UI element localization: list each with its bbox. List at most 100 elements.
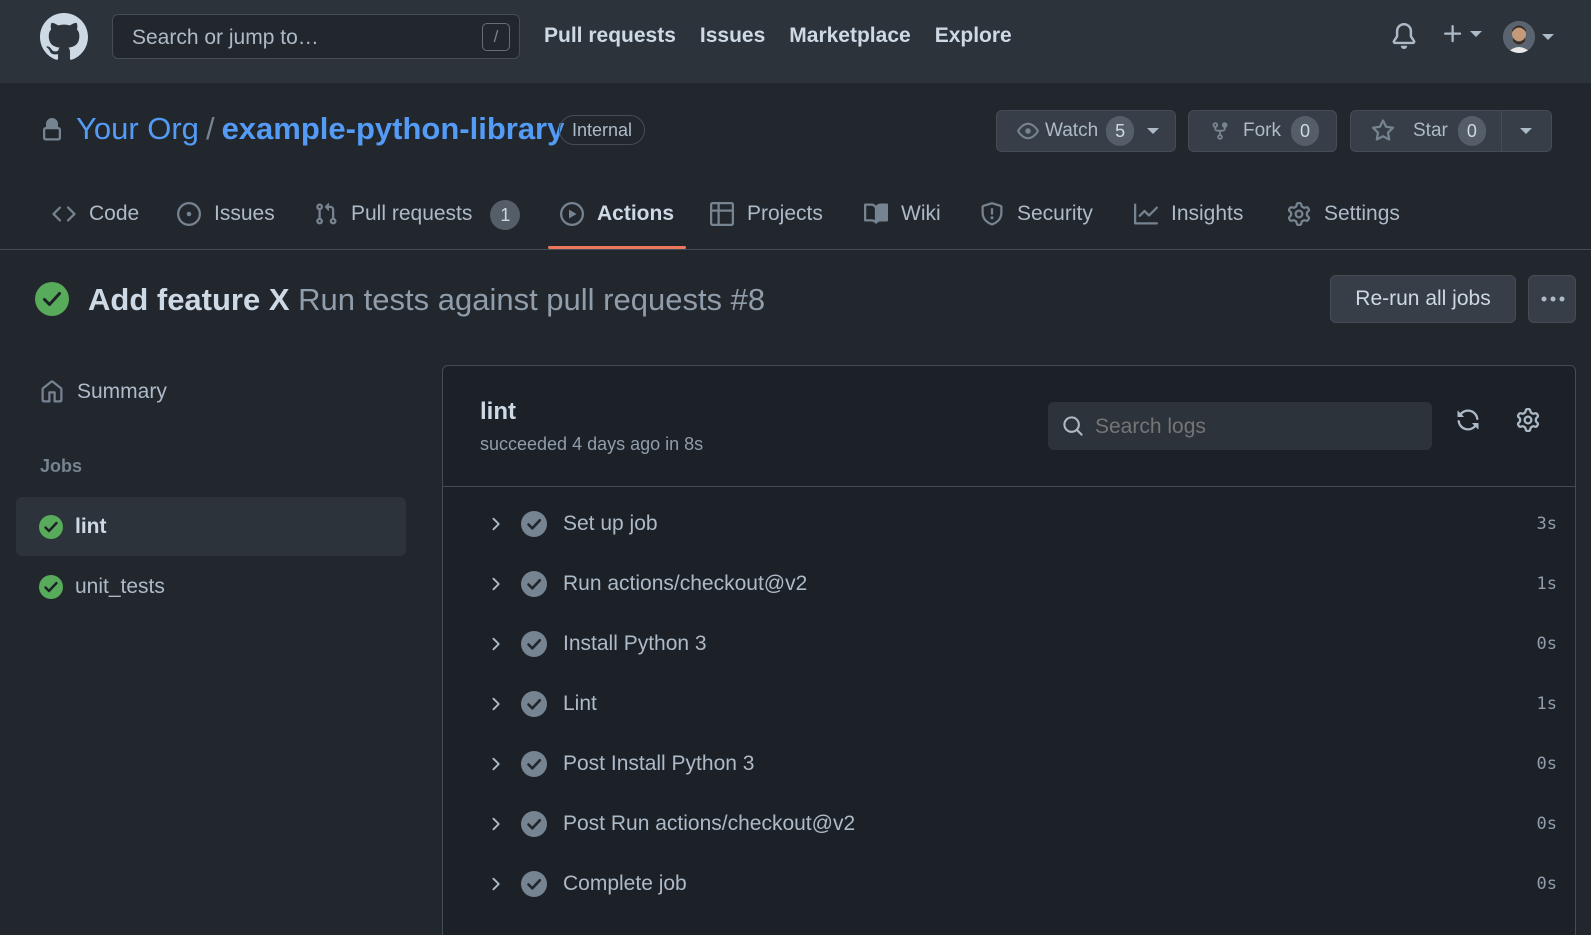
code-icon xyxy=(52,202,76,226)
watch-count: 5 xyxy=(1106,116,1135,146)
tab-code[interactable]: Code xyxy=(52,190,139,250)
tab-insights[interactable]: Insights xyxy=(1134,190,1243,250)
search-logs-field[interactable] xyxy=(1048,402,1432,450)
tab-security-label: Security xyxy=(1017,202,1093,225)
sidebar-job-unit-tests[interactable]: unit_tests xyxy=(16,557,406,616)
nav-issues[interactable]: Issues xyxy=(700,24,765,48)
global-search-input[interactable]: Search or jump to… / xyxy=(112,14,520,59)
lock-icon xyxy=(40,117,64,143)
sidebar-summary-link[interactable]: Summary xyxy=(40,380,167,404)
fork-label: Fork xyxy=(1243,120,1281,141)
star-dropdown-divider xyxy=(1501,111,1502,151)
sidebar-summary-label: Summary xyxy=(77,380,167,403)
search-logs-input[interactable] xyxy=(1095,415,1415,439)
pull-requests-count: 1 xyxy=(490,200,521,230)
tab-settings[interactable]: Settings xyxy=(1287,190,1400,250)
run-title: Add feature X Run tests against pull req… xyxy=(88,282,765,318)
run-commit-title: Add feature X xyxy=(88,282,290,317)
tab-projects[interactable]: Projects xyxy=(710,190,823,250)
tab-issues[interactable]: Issues xyxy=(177,190,275,250)
tab-insights-label: Insights xyxy=(1171,202,1244,225)
job-step-row[interactable]: Post Install Python 3 0s xyxy=(443,734,1575,794)
star-button[interactable]: Star 0 xyxy=(1350,110,1552,152)
user-menu[interactable] xyxy=(1503,21,1555,53)
job-step-row[interactable]: Post Run actions/checkout@v2 0s xyxy=(443,794,1575,854)
global-nav: Pull requests Issues Marketplace Explore xyxy=(544,24,1012,48)
tab-pull-requests-label: Pull requests xyxy=(351,202,473,225)
job-step-row[interactable]: Install Python 3 0s xyxy=(443,614,1575,674)
search-placeholder: Search or jump to… xyxy=(132,26,319,49)
rerun-all-jobs-button[interactable]: Re-run all jobs xyxy=(1330,275,1516,323)
job-step-duration: 0s xyxy=(1536,814,1557,834)
chevron-right-icon[interactable] xyxy=(485,694,505,714)
tab-wiki[interactable]: Wiki xyxy=(864,190,941,250)
nav-marketplace[interactable]: Marketplace xyxy=(789,24,910,48)
chevron-right-icon[interactable] xyxy=(485,874,505,894)
global-header: Search or jump to… / Pull requests Issue… xyxy=(0,0,1591,83)
check-circle-icon xyxy=(521,631,547,657)
eye-icon xyxy=(1016,120,1040,142)
fork-count: 0 xyxy=(1291,116,1320,146)
create-new-menu[interactable] xyxy=(1441,22,1483,46)
repo-separator: / xyxy=(205,111,215,146)
repo-owner-link[interactable]: Your Org xyxy=(76,111,199,147)
github-logo-icon[interactable] xyxy=(40,13,88,61)
tab-security[interactable]: Security xyxy=(980,190,1093,250)
bell-icon[interactable] xyxy=(1391,22,1417,50)
sidebar-job-label: lint xyxy=(75,514,107,538)
search-shortcut-key: / xyxy=(482,23,510,51)
job-step-duration: 0s xyxy=(1536,754,1557,774)
job-step-duration: 0s xyxy=(1536,634,1557,654)
tab-wiki-label: Wiki xyxy=(901,202,941,225)
job-step-row[interactable]: Lint 1s xyxy=(443,674,1575,734)
job-status-meta: succeeded 4 days ago in 8s xyxy=(480,434,704,454)
check-circle-fill-icon xyxy=(39,574,63,599)
watch-label: Watch xyxy=(1045,120,1099,141)
chevron-right-icon[interactable] xyxy=(485,574,505,594)
job-title: lint xyxy=(480,398,516,425)
shield-icon xyxy=(980,202,1004,226)
job-step-name: Complete job xyxy=(563,872,687,895)
tab-issues-label: Issues xyxy=(214,202,275,225)
caret-down-icon[interactable] xyxy=(1519,126,1533,136)
gear-icon[interactable] xyxy=(1516,408,1540,432)
sidebar-job-lint[interactable]: lint xyxy=(16,497,406,556)
repo-forked-icon xyxy=(1210,119,1230,143)
job-log-header: lint succeeded 4 days ago in 8s xyxy=(443,366,1575,487)
sync-icon[interactable] xyxy=(1456,408,1480,432)
avatar xyxy=(1503,21,1535,53)
chevron-right-icon[interactable] xyxy=(485,634,505,654)
table-icon xyxy=(710,202,734,226)
star-label: Star xyxy=(1413,120,1448,141)
job-step-name: Post Install Python 3 xyxy=(563,752,755,775)
tab-pull-requests[interactable]: Pull requests 1 xyxy=(314,190,521,250)
more-options-button[interactable] xyxy=(1528,275,1576,323)
fork-button[interactable]: Fork 0 xyxy=(1188,110,1337,152)
play-icon xyxy=(560,202,584,226)
check-circle-icon xyxy=(521,511,547,537)
job-step-row[interactable]: Run actions/checkout@v2 1s xyxy=(443,554,1575,614)
job-step-row[interactable]: Complete job 0s xyxy=(443,854,1575,914)
watch-button[interactable]: Watch 5 xyxy=(996,110,1176,152)
nav-explore[interactable]: Explore xyxy=(935,24,1012,48)
chevron-right-icon[interactable] xyxy=(485,754,505,774)
graph-icon xyxy=(1134,202,1158,226)
run-workflow-name: Run tests against pull requests #8 xyxy=(298,282,766,317)
job-step-name: Install Python 3 xyxy=(563,632,707,655)
job-step-row[interactable]: Set up job 3s xyxy=(443,494,1575,554)
chevron-right-icon[interactable] xyxy=(485,814,505,834)
plus-icon xyxy=(1441,22,1465,46)
caret-down-icon xyxy=(1469,29,1483,39)
nav-pull-requests[interactable]: Pull requests xyxy=(544,24,676,48)
chevron-right-icon[interactable] xyxy=(485,514,505,534)
caret-down-icon xyxy=(1541,32,1555,42)
visibility-badge: Internal xyxy=(559,115,646,145)
check-circle-icon xyxy=(521,571,547,597)
job-step-duration: 1s xyxy=(1536,574,1557,594)
gear-icon xyxy=(1287,202,1311,226)
sidebar-job-label: unit_tests xyxy=(75,574,165,598)
repo-name-link[interactable]: example-python-library xyxy=(222,111,565,147)
tab-actions[interactable]: Actions xyxy=(560,190,674,250)
job-step-name: Run actions/checkout@v2 xyxy=(563,572,808,595)
sidebar-jobs-heading: Jobs xyxy=(40,456,83,476)
